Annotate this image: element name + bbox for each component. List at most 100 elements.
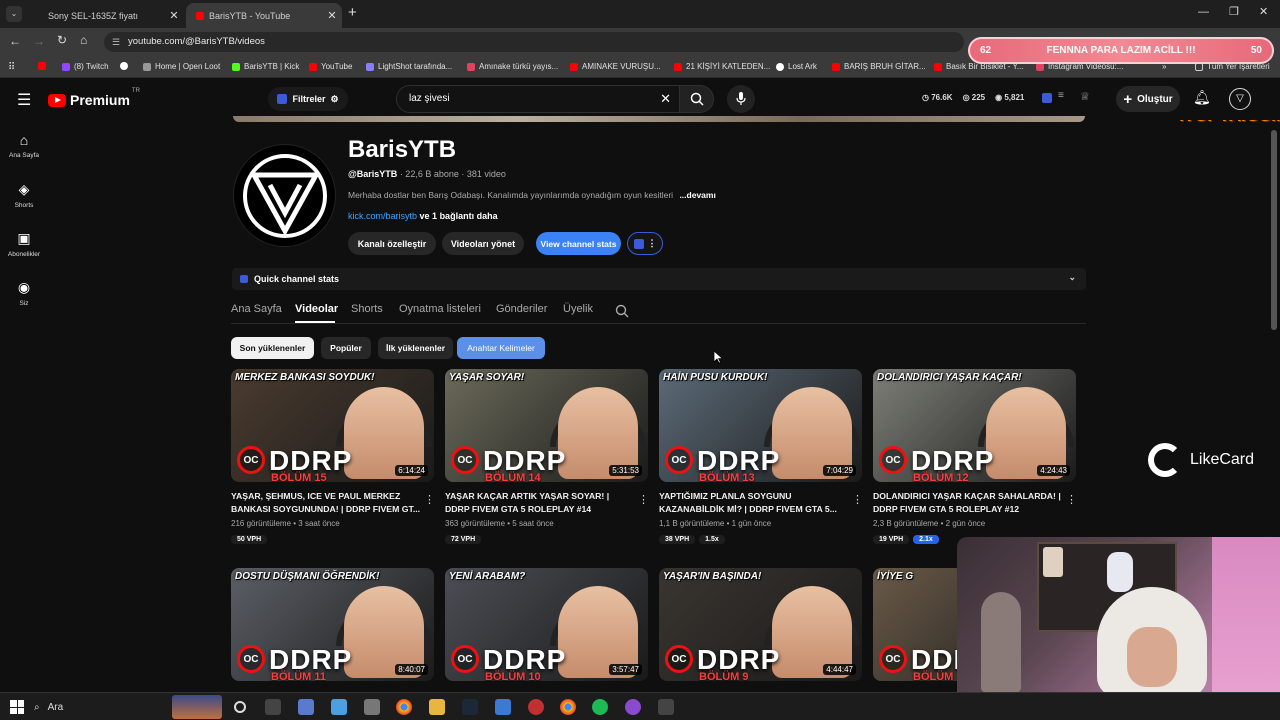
bookmark-item[interactable]: Home | Open Loot <box>143 62 220 71</box>
back-icon[interactable]: ← <box>9 34 21 48</box>
bookmark-item[interactable]: (8) Twitch <box>62 62 109 71</box>
more-actions-icon[interactable]: ⋮ <box>1066 493 1077 506</box>
customize-channel-button[interactable]: Kanalı özelleştir <box>348 232 436 255</box>
video-card[interactable]: İYİYE G OCDDRPBÖLÜM <box>873 568 957 681</box>
video-card[interactable]: YAŞAR'IN BAŞINDA! OC DDRP BÖLÜM 9 4:44:47 <box>659 568 863 681</box>
app-icon[interactable] <box>658 699 674 715</box>
bookmark-item[interactable]: BARIŞ BRUH GİTAR... <box>832 62 926 71</box>
steam-icon[interactable] <box>462 699 478 715</box>
queue-icon[interactable]: ≡ <box>1058 90 1064 101</box>
more-actions-icon[interactable]: ⋮ <box>852 493 863 506</box>
bookmark-item[interactable]: AMINAKE VURUŞU... <box>570 62 661 71</box>
browser-tab[interactable]: Sony SEL-1635Z fiyatı ✕ <box>38 3 184 28</box>
channel-description[interactable]: Merhaba dostlar ben Barış Odabaşı. Kanal… <box>348 190 716 200</box>
tab-videos[interactable]: Videolar <box>295 303 338 315</box>
chrome-icon[interactable] <box>396 699 412 715</box>
chip-latest[interactable]: Son yüklenenler <box>231 337 314 359</box>
chip-keywords[interactable]: Anahtar Kelimeler <box>457 337 545 359</box>
extension-icon[interactable] <box>1042 93 1052 103</box>
taskbar-search[interactable]: ⌕ Ara <box>34 695 224 719</box>
reload-icon[interactable]: ↻ <box>57 33 67 47</box>
app-icon[interactable] <box>495 699 511 715</box>
video-card[interactable]: YENİ ARABAM? OC DDRP BÖLÜM 10 3:57:47 <box>445 568 649 681</box>
channel-search-icon[interactable] <box>615 304 629 318</box>
sidebar-item-shorts[interactable]: ◈ Shorts <box>0 181 48 209</box>
video-card[interactable]: MERKEZ BANKASI SOYDUK! OC DDRP BÖLÜM 15 6:14… <box>231 369 435 546</box>
chip-popular[interactable]: Popüler <box>321 337 371 359</box>
spotify-icon[interactable] <box>592 699 608 715</box>
page-scrollbar[interactable] <box>1271 130 1277 330</box>
windows-start-icon[interactable] <box>10 700 24 714</box>
more-links[interactable]: ve 1 bağlantı daha <box>420 211 498 221</box>
video-thumbnail[interactable]: YAŞAR'IN BAŞINDA! OC DDRP BÖLÜM 9 4:44:47 <box>659 568 862 681</box>
app-icon[interactable] <box>298 699 314 715</box>
description-more-link[interactable]: ...devamı <box>679 190 715 200</box>
tab-posts[interactable]: Gönderiler <box>496 303 547 315</box>
video-card[interactable]: DOLANDIRICI YAŞAR KAÇAR! OC DDRP BÖLÜM 12 4:… <box>873 369 1077 546</box>
video-card[interactable]: YAŞAR SOYAR! OC DDRP BÖLÜM 14 5:31:53 YAŞAR K… <box>445 369 649 546</box>
bookmark-icon[interactable] <box>120 62 128 70</box>
file-explorer-icon[interactable] <box>429 699 445 715</box>
youtube-logo[interactable]: Premium TR <box>48 88 140 108</box>
video-card[interactable]: DOSTU DÜŞMANI ÖĞRENDİK! OC DDRP BÖLÜM 11 8:4… <box>231 568 435 681</box>
manage-videos-button[interactable]: Videoları yönet <box>442 232 524 255</box>
bookmark-item[interactable]: 21 KİŞİYİ KATLEDEN... <box>674 62 770 71</box>
notifications-bell-icon[interactable]: 🔔︎ <box>1193 89 1211 106</box>
bookmark-item[interactable]: BarisYTB | Kick <box>232 62 299 71</box>
app-icon[interactable] <box>331 699 347 715</box>
bookmark-item[interactable]: YouTube <box>309 62 352 71</box>
clear-search-icon[interactable]: ✕ <box>660 91 671 107</box>
sidebar-item-home[interactable]: ⌂ Ana Sayfa <box>0 132 48 159</box>
tab-shorts[interactable]: Shorts <box>351 303 383 315</box>
forward-icon[interactable]: → <box>33 34 45 48</box>
app-icon[interactable] <box>625 699 641 715</box>
bookmark-icon[interactable] <box>38 62 46 70</box>
home-icon[interactable]: ⌂ <box>80 33 87 47</box>
video-thumbnail[interactable]: DOLANDIRICI YAŞAR KAÇAR! OC DDRP BÖLÜM 12 4:… <box>873 369 1076 482</box>
quick-channel-stats-panel[interactable]: Quick channel stats ⌄ <box>232 268 1086 290</box>
task-view-icon[interactable] <box>234 701 246 713</box>
tab-home[interactable]: Ana Sayfa <box>231 303 282 315</box>
channel-avatar[interactable] <box>233 144 336 247</box>
create-button[interactable]: + Oluştur <box>1116 86 1180 112</box>
more-actions-icon[interactable]: ⋮ <box>424 493 435 506</box>
video-title[interactable]: YAŞAR KAÇAR ARTIK YAŞAR SOYAR! | DDRP FI… <box>445 490 635 516</box>
filters-button[interactable]: Filtreler ⚙ <box>268 87 348 111</box>
restore-icon[interactable]: ❐ <box>1229 5 1239 18</box>
video-title[interactable]: DOLANDIRICI YAŞAR KAÇAR SAHALARDA! | DDR… <box>873 490 1063 516</box>
chevron-down-icon[interactable]: ⌄ <box>1068 272 1076 283</box>
sidebar-item-subscriptions[interactable]: ▣ Abonelikler <box>0 230 48 258</box>
bookmark-item[interactable]: LightShot tarafında... <box>366 62 452 71</box>
search-input[interactable]: laz şivesi ✕ <box>396 85 680 113</box>
video-title[interactable]: YAPTIĞIMIZ PLANLA SOYGUNU KAZANABİLDİK M… <box>659 490 849 516</box>
new-tab-button[interactable]: + <box>348 4 357 21</box>
tab-playlists[interactable]: Oynatma listeleri <box>399 303 481 315</box>
video-thumbnail[interactable]: YENİ ARABAM? OC DDRP BÖLÜM 10 3:57:47 <box>445 568 648 681</box>
close-window-icon[interactable]: ✕ <box>1259 5 1268 18</box>
tab-list-icon[interactable]: ⌄ <box>6 6 22 22</box>
tab-membership[interactable]: Üyelik <box>563 303 593 315</box>
channel-link[interactable]: kick.com/barisytb <box>348 211 417 221</box>
browser-tab-active[interactable]: BarisYTB - YouTube ✕ <box>186 3 342 28</box>
site-info-icon[interactable]: ☰ <box>112 32 120 52</box>
app-icon[interactable] <box>364 699 380 715</box>
video-thumbnail[interactable]: DOSTU DÜŞMANI ÖĞRENDİK! OC DDRP BÖLÜM 11 8:4… <box>231 568 434 681</box>
app-icon[interactable] <box>528 699 544 715</box>
avatar[interactable]: ▽ <box>1229 88 1251 110</box>
more-actions-icon[interactable]: ⋮ <box>638 493 649 506</box>
extension-menu-button[interactable]: ⋮ <box>627 232 663 255</box>
search-button[interactable] <box>680 85 714 113</box>
voice-search-button[interactable] <box>727 85 755 113</box>
video-thumbnail[interactable]: YAŞAR SOYAR! OC DDRP BÖLÜM 14 5:31:53 <box>445 369 648 482</box>
apps-icon[interactable]: ⠿ <box>8 62 15 73</box>
chrome-active-icon[interactable] <box>560 699 576 715</box>
menu-icon[interactable]: ☰ <box>17 90 31 110</box>
video-thumbnail[interactable]: MERKEZ BANKASI SOYDUK! OC DDRP BÖLÜM 15 6:14… <box>231 369 434 482</box>
url-bar[interactable]: ☰ youtube.com/@BarisYTB/videos <box>104 32 964 52</box>
video-thumbnail[interactable]: HAİN PUSU KURDUK! OC DDRP BÖLÜM 13 7:04:29 <box>659 369 862 482</box>
bookmark-item[interactable]: Lost Ark <box>776 62 817 71</box>
chip-oldest[interactable]: İlk yüklenenler <box>378 337 453 359</box>
video-thumbnail[interactable]: İYİYE G OCDDRPBÖLÜM <box>873 568 957 681</box>
video-card[interactable]: HAİN PUSU KURDUK! OC DDRP BÖLÜM 13 7:04:29 YA… <box>659 369 863 546</box>
trophy-icon[interactable]: ♕ <box>1080 90 1090 103</box>
